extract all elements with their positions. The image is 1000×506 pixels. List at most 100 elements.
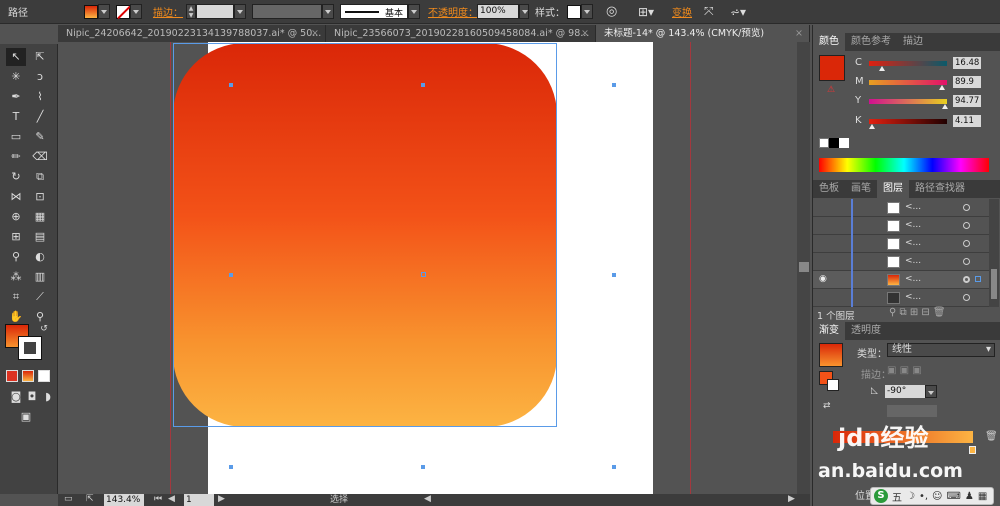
direct-selection-tool-icon[interactable]: ⇱ bbox=[30, 48, 50, 66]
tab-document-2[interactable]: Nipic_23566073_20190228160509458084.ai* … bbox=[326, 25, 596, 42]
zoom-field[interactable]: 143.4% bbox=[104, 494, 144, 506]
target-icon[interactable] bbox=[963, 258, 970, 265]
graph-tool-icon[interactable]: ▥ bbox=[30, 268, 50, 286]
artboard-tool-icon[interactable]: ⌗ bbox=[6, 288, 26, 306]
tab-swatches[interactable]: 色板 bbox=[813, 180, 845, 198]
layer-row-selected[interactable]: ◉ <... bbox=[813, 271, 989, 289]
anchor-point[interactable] bbox=[612, 83, 616, 87]
chevron-right-icon[interactable] bbox=[519, 4, 529, 19]
scroll-left-icon[interactable]: ◀ bbox=[424, 494, 431, 504]
tab-document-1[interactable]: Nipic_24206642_20190223134139788037.ai* … bbox=[58, 25, 326, 42]
moon-icon[interactable]: ☽ bbox=[906, 491, 915, 502]
selection-indicator[interactable] bbox=[975, 276, 981, 282]
reverse-gradient-icon[interactable]: ⇄ bbox=[823, 401, 831, 411]
screen-mode-icon[interactable]: ▣ bbox=[16, 408, 36, 426]
eye-icon[interactable]: ◉ bbox=[819, 274, 827, 284]
page-field[interactable]: 1 bbox=[184, 494, 214, 506]
emoji-icon[interactable]: ☺ bbox=[932, 491, 942, 502]
close-icon[interactable]: × bbox=[311, 25, 319, 42]
gradient-tool-icon[interactable]: ▤ bbox=[30, 228, 50, 246]
target-icon[interactable] bbox=[963, 204, 970, 211]
variable-width-select[interactable] bbox=[252, 3, 334, 20]
trash-icon[interactable]: 🗑 bbox=[985, 431, 998, 442]
ime-mode-label[interactable]: 五 bbox=[892, 489, 902, 504]
none-mode-icon[interactable] bbox=[38, 370, 50, 382]
target-icon[interactable] bbox=[963, 222, 970, 229]
channel-yellow[interactable]: Y 94.77 bbox=[813, 95, 1000, 109]
chevron-down-icon[interactable] bbox=[234, 4, 246, 19]
curvature-tool-icon[interactable]: ⌇ bbox=[30, 88, 50, 106]
line-tool-icon[interactable]: ╱ bbox=[30, 108, 50, 126]
punctuation-icon[interactable]: •, bbox=[919, 491, 928, 502]
aspect-field[interactable] bbox=[887, 405, 937, 417]
symbol-sprayer-tool-icon[interactable]: ⁂ bbox=[6, 268, 26, 286]
slider-knob[interactable] bbox=[942, 104, 948, 109]
first-page-icon[interactable]: ⏮ bbox=[154, 494, 162, 504]
tab-transparency[interactable]: 透明度 bbox=[845, 322, 887, 340]
slice-tool-icon[interactable]: ⟋ bbox=[30, 288, 50, 306]
eraser-tool-icon[interactable]: ⌫ bbox=[30, 148, 50, 166]
ime-toolbar[interactable]: S 五 ☽ •, ☺ ⌨ ♟ ▦ bbox=[870, 487, 994, 505]
layer-actions-icons[interactable]: ⚲ ⧉ ⊞ ⊟ 🗑 bbox=[889, 307, 946, 318]
rotate-tool-icon[interactable]: ↻ bbox=[6, 168, 26, 186]
angle-field[interactable]: -90° bbox=[885, 385, 925, 398]
lasso-tool-icon[interactable]: ↄ bbox=[30, 68, 50, 86]
opacity-label[interactable]: 不透明度： bbox=[428, 3, 478, 20]
tab-color[interactable]: 颜色 bbox=[813, 33, 845, 51]
layer-row[interactable]: <... bbox=[813, 217, 989, 235]
opacity-field[interactable]: 100% bbox=[477, 3, 529, 20]
next-page-icon[interactable]: ▶ bbox=[218, 494, 225, 504]
pencil-tool-icon[interactable]: ✏ bbox=[6, 148, 26, 166]
gradient-stop[interactable] bbox=[969, 446, 976, 454]
tab-layers[interactable]: 图层 bbox=[877, 180, 909, 198]
scrollbar-thumb[interactable] bbox=[799, 262, 809, 272]
scale-tool-icon[interactable]: ⧉ bbox=[30, 168, 50, 186]
fill-swatch[interactable] bbox=[84, 3, 110, 20]
channel-magenta[interactable]: M 89.9 bbox=[813, 76, 1000, 90]
anchor-point[interactable] bbox=[229, 465, 233, 469]
layer-row[interactable]: <... bbox=[813, 289, 989, 307]
tab-document-3[interactable]: 未标题-14* @ 143.4% (CMYK/预览) × bbox=[596, 25, 810, 42]
slider-knob[interactable] bbox=[939, 85, 945, 90]
chevron-down-icon[interactable] bbox=[98, 4, 110, 19]
type-tool-icon[interactable]: T bbox=[6, 108, 26, 126]
layer-row[interactable]: <... bbox=[813, 199, 989, 217]
target-icon[interactable] bbox=[963, 240, 970, 247]
tab-color-guide[interactable]: 颜色参考 bbox=[845, 33, 897, 51]
tab-brushes[interactable]: 画笔 bbox=[845, 180, 877, 198]
status-icon[interactable]: ▭ bbox=[64, 494, 73, 504]
tab-pathfinder[interactable]: 路径查找器 bbox=[909, 180, 971, 198]
width-tool-icon[interactable]: ⋈ bbox=[6, 188, 26, 206]
gradient-mode-icon[interactable] bbox=[22, 370, 34, 382]
channel-black[interactable]: K 4.11 bbox=[813, 115, 1000, 129]
chevron-down-icon[interactable] bbox=[322, 4, 334, 19]
transform-link[interactable]: 变换 bbox=[672, 3, 692, 20]
swap-colors-icon[interactable]: ↺ bbox=[34, 320, 54, 338]
menu-icon[interactable]: ⩫▾ bbox=[730, 3, 746, 20]
blend-tool-icon[interactable]: ◐ bbox=[30, 248, 50, 266]
target-icon[interactable] bbox=[963, 276, 970, 283]
chevron-down-icon[interactable] bbox=[130, 4, 142, 19]
tab-stroke[interactable]: 描边 bbox=[897, 33, 929, 51]
close-icon[interactable]: × bbox=[795, 25, 803, 42]
skin-icon[interactable]: ♟ bbox=[965, 491, 974, 502]
slider-knob[interactable] bbox=[879, 66, 885, 71]
transform-icon[interactable]: ⤧ bbox=[704, 3, 714, 20]
stroke-color-swatch[interactable] bbox=[18, 336, 42, 360]
shape-builder-tool-icon[interactable]: ⊕ bbox=[6, 208, 26, 226]
stroke-swatch[interactable] bbox=[116, 3, 142, 20]
style-swatch[interactable] bbox=[567, 3, 593, 20]
anchor-point[interactable] bbox=[229, 83, 233, 87]
layers-scrollbar[interactable] bbox=[989, 199, 999, 307]
slider-knob[interactable] bbox=[869, 124, 875, 129]
scroll-right-icon[interactable]: ▶ bbox=[788, 494, 795, 504]
paintbrush-tool-icon[interactable]: ✎ bbox=[30, 128, 50, 146]
anchor-point[interactable] bbox=[421, 465, 425, 469]
eyedropper-tool-icon[interactable]: ⚲ bbox=[6, 248, 26, 266]
export-icon[interactable]: ⇱ bbox=[86, 494, 94, 504]
color-mode-icon[interactable] bbox=[6, 370, 18, 382]
close-icon[interactable]: × bbox=[581, 25, 589, 42]
layer-row[interactable]: <... bbox=[813, 253, 989, 271]
selection-bounding-box[interactable] bbox=[173, 43, 557, 427]
anchor-point[interactable] bbox=[229, 273, 233, 277]
